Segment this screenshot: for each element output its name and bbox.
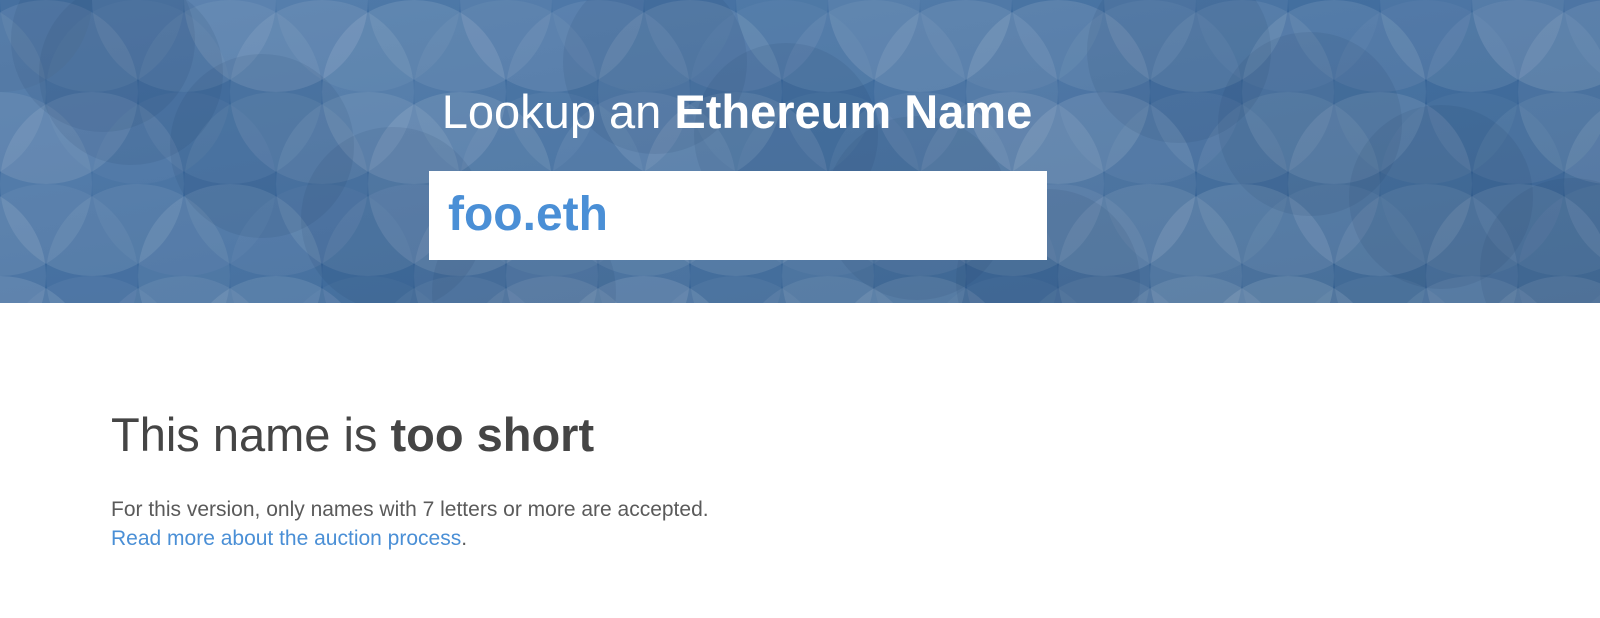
- name-lookup-label: foo: [448, 188, 523, 241]
- result-heading-status: too short: [390, 408, 595, 461]
- hero-banner: Lookup an Ethereum Name foo.eth: [0, 0, 1600, 303]
- result-message-period: .: [461, 527, 468, 550]
- result-heading-prefix: This name is: [111, 408, 391, 461]
- name-lookup-value: foo.eth: [448, 183, 608, 247]
- name-lookup-tld: .eth: [522, 188, 608, 241]
- lookup-result: This name is too short For this version,…: [111, 403, 771, 553]
- result-heading: This name is too short: [111, 403, 771, 467]
- auction-process-link[interactable]: Read more about the auction process: [111, 527, 461, 550]
- name-lookup-input[interactable]: foo.eth: [429, 171, 1047, 260]
- page-title: Lookup an Ethereum Name: [0, 80, 1474, 144]
- page-title-emphasis: Ethereum Name: [674, 85, 1033, 138]
- result-message-text: For this version, only names with 7 lett…: [111, 498, 709, 521]
- result-message: For this version, only names with 7 lett…: [111, 495, 751, 553]
- page-title-prefix: Lookup an: [441, 85, 675, 138]
